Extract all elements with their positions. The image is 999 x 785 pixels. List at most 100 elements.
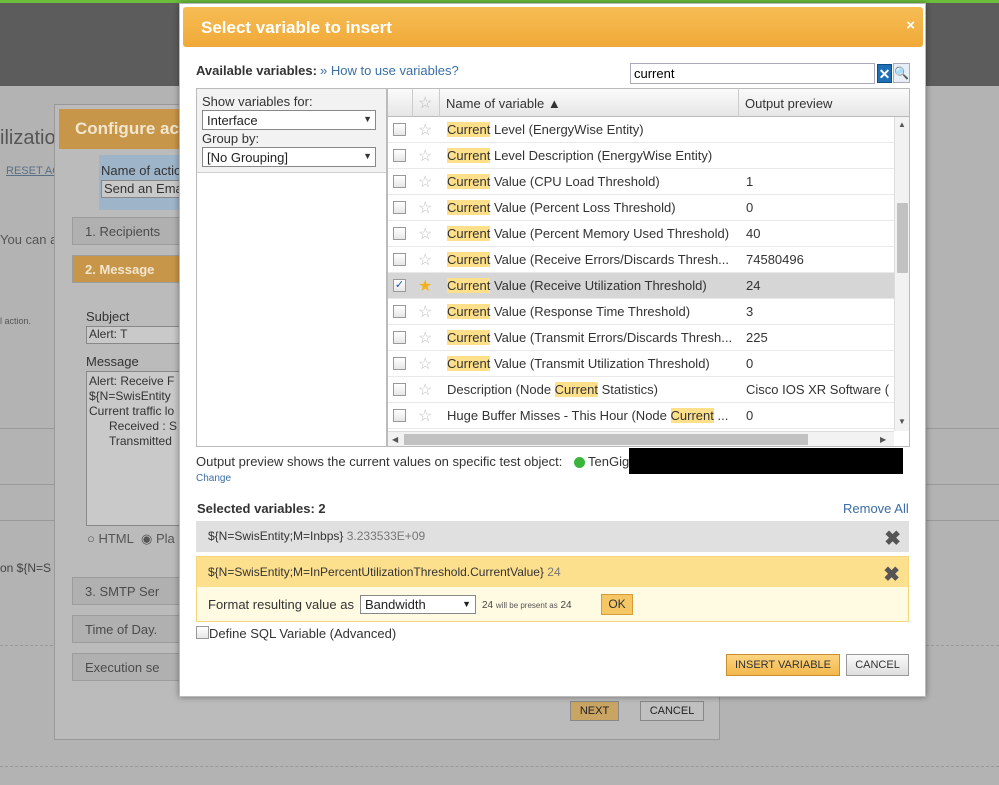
sql-variable-checkbox[interactable] <box>196 626 209 639</box>
sql-variable-label[interactable]: Define SQL Variable (Advanced) <box>209 626 396 641</box>
star-icon[interactable]: ☆ <box>418 250 432 270</box>
table-row[interactable]: ☆ Current Value (CPU Load Threshold) 1 <box>388 169 894 195</box>
table-row[interactable]: ☆ Current Value (Transmit Errors/Discards… <box>388 325 894 351</box>
table-row[interactable]: ☆ Current Value (Transmit Utilization Thr… <box>388 351 894 377</box>
background-cancel-button[interactable]: CANCEL <box>640 701 704 721</box>
filter-pane: Show variables for: Interface ▼ Group by… <box>196 88 387 447</box>
row-checkbox[interactable] <box>393 331 406 344</box>
vertical-scrollbar[interactable]: ▲ ▼ <box>894 117 909 431</box>
table-row[interactable]: ☆ Current Level (EnergyWise Entity) <box>388 117 894 143</box>
row-checkbox[interactable]: ✓ <box>393 279 406 292</box>
row-checkbox[interactable] <box>393 253 406 266</box>
name-label: Name of actio <box>101 163 182 178</box>
html-radio[interactable]: ○ HTML <box>87 531 134 546</box>
table-row[interactable]: ☆ Current Value (Percent Loss Threshold) 0 <box>388 195 894 221</box>
remove-variable-icon[interactable]: ✖ <box>884 526 901 551</box>
subject-value: Alert: T <box>89 327 128 341</box>
star-icon[interactable]: ☆ <box>418 328 432 348</box>
change-link[interactable]: Change <box>196 473 231 484</box>
reset-all-link[interactable]: RESET AC <box>6 165 60 177</box>
format-middle-text: will be present as <box>495 601 558 610</box>
scroll-up-icon[interactable]: ▲ <box>898 120 906 129</box>
name-suffix: Value (CPU Load Threshold) <box>490 174 660 189</box>
name-suffix: Value (Response Time Threshold) <box>490 304 691 319</box>
star-icon[interactable]: ☆ <box>418 406 432 426</box>
message-textarea[interactable]: Alert: Receive F ${N=SwisEntity Current … <box>86 371 182 526</box>
output-preview-value: 0 <box>746 200 754 215</box>
next-button[interactable]: NEXT <box>570 701 619 721</box>
plain-radio[interactable]: ◉ Pla <box>141 531 175 547</box>
close-icon[interactable]: × <box>906 17 915 34</box>
row-checkbox[interactable] <box>393 305 406 318</box>
variable-name: Current Value (Percent Memory Used Thres… <box>447 226 739 241</box>
insert-variable-button[interactable]: INSERT VARIABLE <box>726 654 840 676</box>
star-icon[interactable]: ★ <box>418 276 432 296</box>
variable-name: Current Level (EnergyWise Entity) <box>447 122 739 137</box>
star-column-icon[interactable]: ☆ <box>413 89 440 117</box>
star-icon[interactable]: ☆ <box>418 380 432 400</box>
format-select[interactable]: Bandwidth ▼ <box>360 595 476 614</box>
remove-all-link[interactable]: Remove All <box>843 501 909 516</box>
table-row[interactable]: ☆ Huge Buffer Misses - This Hour (Node Cu… <box>388 403 894 429</box>
star-icon[interactable]: ☆ <box>418 302 432 322</box>
row-checkbox[interactable] <box>393 357 406 370</box>
table-row[interactable]: ☆ Current Value (Receive Errors/Discards … <box>388 247 894 273</box>
remove-variable-icon[interactable]: ✖ <box>883 562 900 587</box>
cancel-button[interactable]: CANCEL <box>846 654 909 676</box>
row-checkbox[interactable] <box>393 201 406 214</box>
selected-variable-item[interactable]: ${N=SwisEntity;M=Inbps} 3.233533E+09 ✖ <box>196 521 909 552</box>
table-row[interactable]: ☆ Current Value (Response Time Threshold)… <box>388 299 894 325</box>
selected-variable-item-active[interactable]: ${N=SwisEntity;M=InPercentUtilizationThr… <box>196 556 909 622</box>
selected-variable-header: ${N=SwisEntity;M=InPercentUtilizationThr… <box>197 557 908 587</box>
star-icon[interactable]: ☆ <box>418 198 432 218</box>
show-for-value: Interface <box>207 113 258 128</box>
star-icon[interactable]: ☆ <box>418 224 432 244</box>
variable-name: Current Value (CPU Load Threshold) <box>447 174 739 189</box>
message-label: Message <box>86 354 139 369</box>
redacted-area <box>629 448 903 474</box>
group-by-select[interactable]: [No Grouping] ▼ <box>202 147 376 167</box>
horizontal-scroll-thumb[interactable] <box>404 434 808 445</box>
star-icon[interactable]: ☆ <box>418 354 432 374</box>
vertical-scroll-thumb[interactable] <box>897 203 908 273</box>
test-object-name[interactable]: TenGig <box>588 454 629 469</box>
status-up-icon <box>574 457 585 468</box>
dialog-title: Select variable to insert <box>201 18 392 37</box>
show-for-select[interactable]: Interface ▼ <box>202 110 376 130</box>
row-checkbox[interactable] <box>393 227 406 240</box>
how-to-use-link[interactable]: » How to use variables? <box>320 63 459 78</box>
name-column-header[interactable]: Name of variable ▲ <box>440 89 739 117</box>
selected-variables-label: Selected variables: 2 <box>197 501 326 516</box>
ok-button[interactable]: OK <box>601 594 633 615</box>
html-label: HTML <box>98 531 134 546</box>
preview-column-header[interactable]: Output preview <box>739 89 894 117</box>
name-suffix: Value (Receive Errors/Discards Thresh... <box>490 252 730 267</box>
row-checkbox[interactable] <box>393 409 406 422</box>
name-suffix: Value (Percent Loss Threshold) <box>490 200 676 215</box>
search-highlight: Current <box>447 200 491 215</box>
horizontal-scrollbar[interactable]: ◀ ▶ <box>388 431 894 446</box>
star-icon[interactable]: ☆ <box>418 172 432 192</box>
variable-value: 24 <box>547 565 561 579</box>
table-row[interactable]: ☆ Current Level Description (EnergyWise E… <box>388 143 894 169</box>
search-input[interactable] <box>630 63 875 84</box>
row-checkbox[interactable] <box>393 175 406 188</box>
row-checkbox[interactable] <box>393 123 406 136</box>
output-preview-value: Cisco IOS XR Software ( <box>746 382 890 397</box>
scroll-right-icon[interactable]: ▶ <box>880 435 886 444</box>
name-prefix: Description (Node <box>447 382 555 397</box>
scroll-down-icon[interactable]: ▼ <box>898 417 906 426</box>
clear-search-icon[interactable]: ✕ <box>877 64 892 83</box>
search-highlight: Current <box>447 304 491 319</box>
table-row[interactable]: ✓ ★ Current Value (Receive Utilization Thr… <box>388 273 894 299</box>
star-icon[interactable]: ☆ <box>418 120 432 140</box>
scroll-left-icon[interactable]: ◀ <box>392 435 398 444</box>
row-checkbox[interactable] <box>393 149 406 162</box>
table-row[interactable]: ☆ Description (Node Current Statistics) Ci… <box>388 377 894 403</box>
search-icon[interactable]: 🔍 <box>893 63 910 83</box>
row-checkbox[interactable] <box>393 383 406 396</box>
subject-input[interactable]: Alert: T <box>86 326 182 344</box>
table-row[interactable]: ☆ Current Value (Percent Memory Used Thre… <box>388 221 894 247</box>
star-icon[interactable]: ☆ <box>418 146 432 166</box>
message-line: Alert: Receive F <box>89 374 175 388</box>
